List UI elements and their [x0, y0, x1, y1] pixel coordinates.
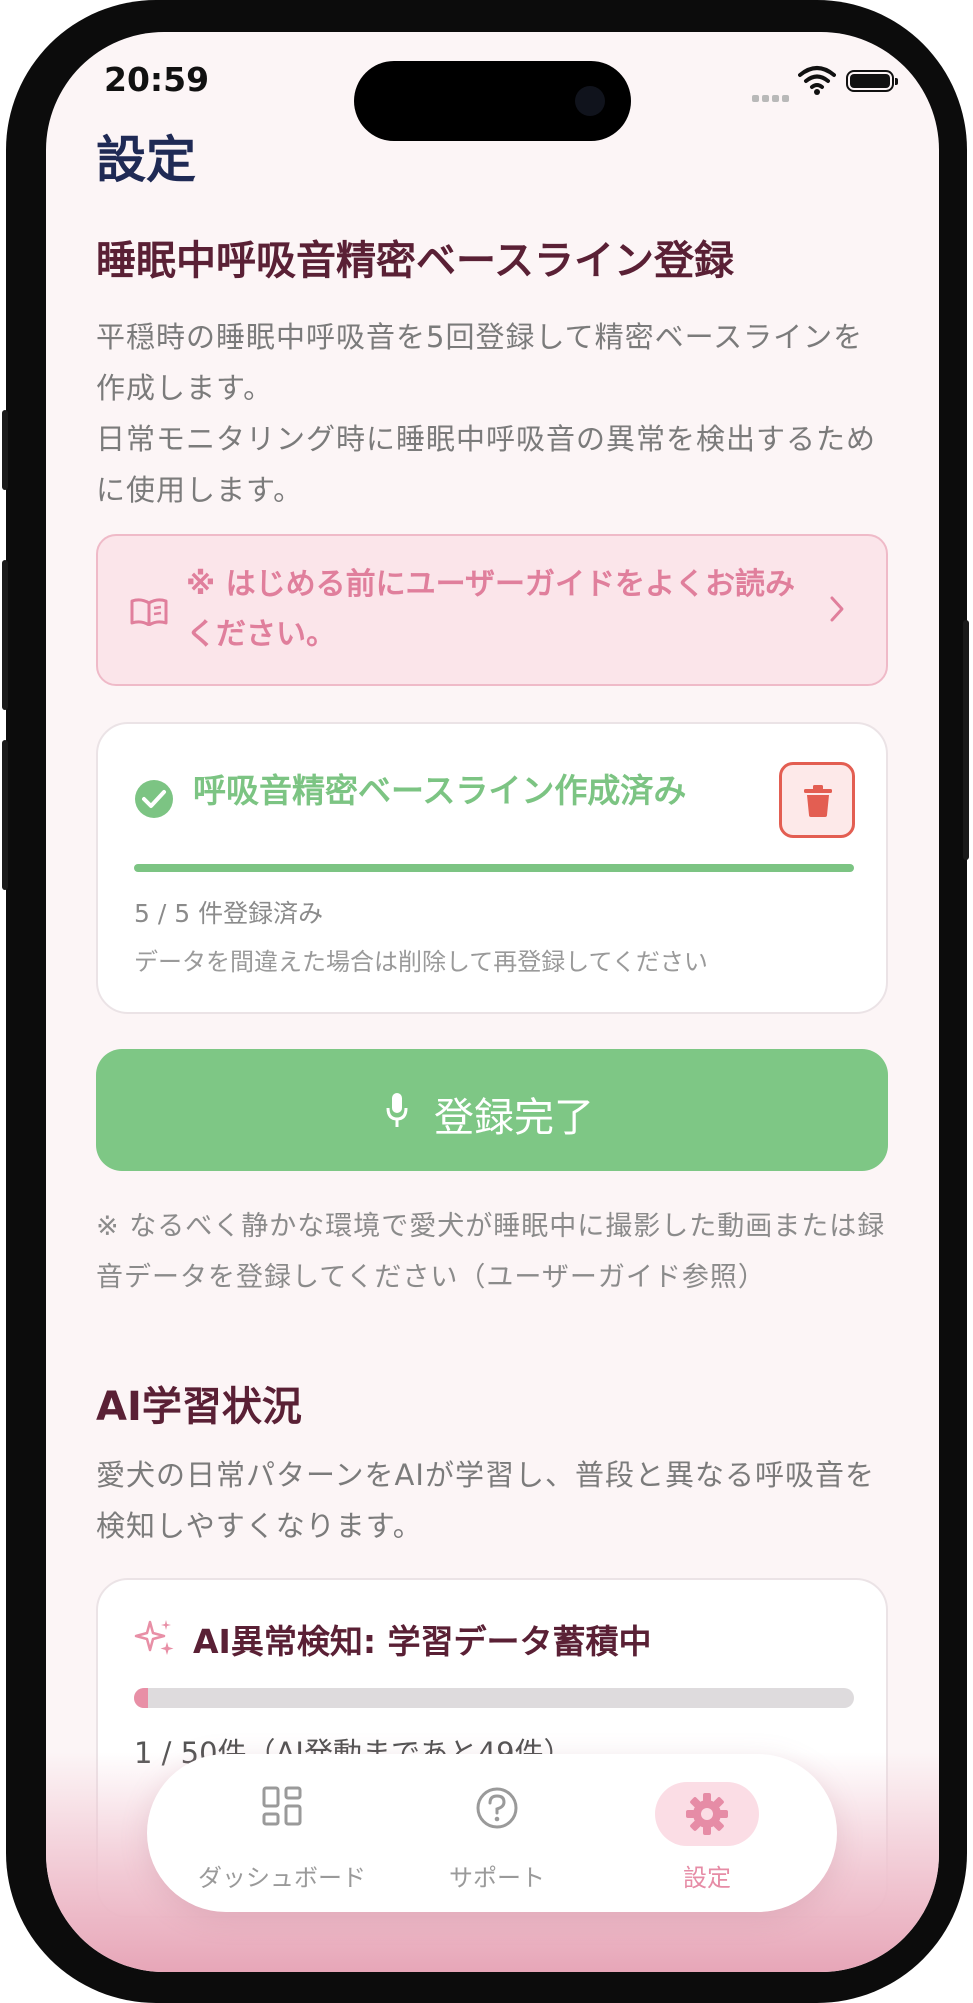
tab-dashboard[interactable]: ダッシュボード	[187, 1754, 377, 1912]
baseline-status-label: 呼吸音精密ベースライン作成済み	[193, 771, 687, 810]
gear-icon	[686, 1793, 728, 1835]
baseline-heading: 睡眠中呼吸音精密ベースライン登録	[96, 238, 734, 284]
tab-settings-label: 設定	[683, 1864, 731, 1892]
ai-progress-bar	[134, 1688, 854, 1708]
screen: 20:59 設定 睡眠中呼吸音精密ベースライン登録 平穏時の睡眠中呼吸音を5回登…	[46, 32, 939, 1972]
side-button-silent	[2, 410, 8, 490]
delete-baseline-button[interactable]	[779, 762, 855, 838]
baseline-description-line-2: 日常モニタリング時に睡眠中呼吸音の異常を検出するために使用します。	[96, 422, 877, 507]
wifi-icon	[798, 66, 836, 95]
check-circle-icon	[135, 780, 173, 818]
side-button-volume-down	[2, 740, 8, 890]
baseline-progress-bar	[134, 864, 854, 872]
ai-card-title: AI異常検知: 学習データ蓄積中	[193, 1622, 652, 1661]
guide-notice-text: ※ はじめる前にユーザーガイドをよくお読みください。	[186, 567, 796, 652]
signal-icon	[752, 87, 792, 106]
status-time: 20:59	[104, 60, 210, 99]
recording-footnote: ※ なるべく静かな環境で愛犬が睡眠中に撮影した動画または録音データを登録してくだ…	[96, 1211, 886, 1293]
register-button-label: 登録完了	[434, 1095, 594, 1141]
baseline-hint: データを間違えた場合は削除して再登録してください	[134, 948, 708, 976]
ai-learning-description: 愛犬の日常パターンをAIが学習し、普段と異なる呼吸音を検知しやすくなります。	[96, 1458, 875, 1543]
baseline-count: 5 / 5 件登録済み	[134, 899, 324, 928]
register-complete-button[interactable]: 登録完了	[96, 1049, 888, 1171]
tab-support[interactable]: サポート	[417, 1754, 577, 1912]
book-icon	[130, 598, 168, 626]
baseline-status-card: 呼吸音精密ベースライン作成済み 5 / 5 件登録済み データを間違えた場合は削…	[96, 722, 888, 1014]
user-guide-link[interactable]: ※ はじめる前にユーザーガイドをよくお読みください。	[96, 534, 888, 686]
grid-icon	[262, 1786, 302, 1826]
side-button-volume-up	[2, 560, 8, 710]
tab-support-label: サポート	[449, 1864, 545, 1892]
trash-icon	[804, 785, 832, 817]
dynamic-island	[354, 61, 631, 141]
phone-frame: 20:59 設定 睡眠中呼吸音精密ベースライン登録 平穏時の睡眠中呼吸音を5回登…	[2, 0, 969, 2003]
baseline-description: 平穏時の睡眠中呼吸音を5回登録して精密ベースラインを作成します。 日常モニタリン…	[96, 312, 886, 516]
ai-learning-heading: AI学習状況	[96, 1384, 302, 1430]
tab-bar: ダッシュボード サポート 設定	[147, 1754, 837, 1912]
camera-icon	[575, 86, 605, 116]
side-button-power	[963, 620, 969, 860]
baseline-description-line-1: 平穏時の睡眠中呼吸音を5回登録して精密ベースラインを作成します。	[96, 320, 864, 405]
ai-progress-fill	[134, 1688, 149, 1708]
tab-settings[interactable]: 設定	[637, 1754, 777, 1912]
question-circle-icon	[476, 1787, 518, 1829]
tab-dashboard-label: ダッシュボード	[198, 1864, 366, 1892]
microphone-icon	[386, 1093, 408, 1127]
chevron-right-icon	[830, 596, 844, 622]
battery-icon	[846, 70, 898, 92]
sparkles-icon	[134, 1620, 174, 1655]
page-title: 設定	[96, 131, 196, 189]
